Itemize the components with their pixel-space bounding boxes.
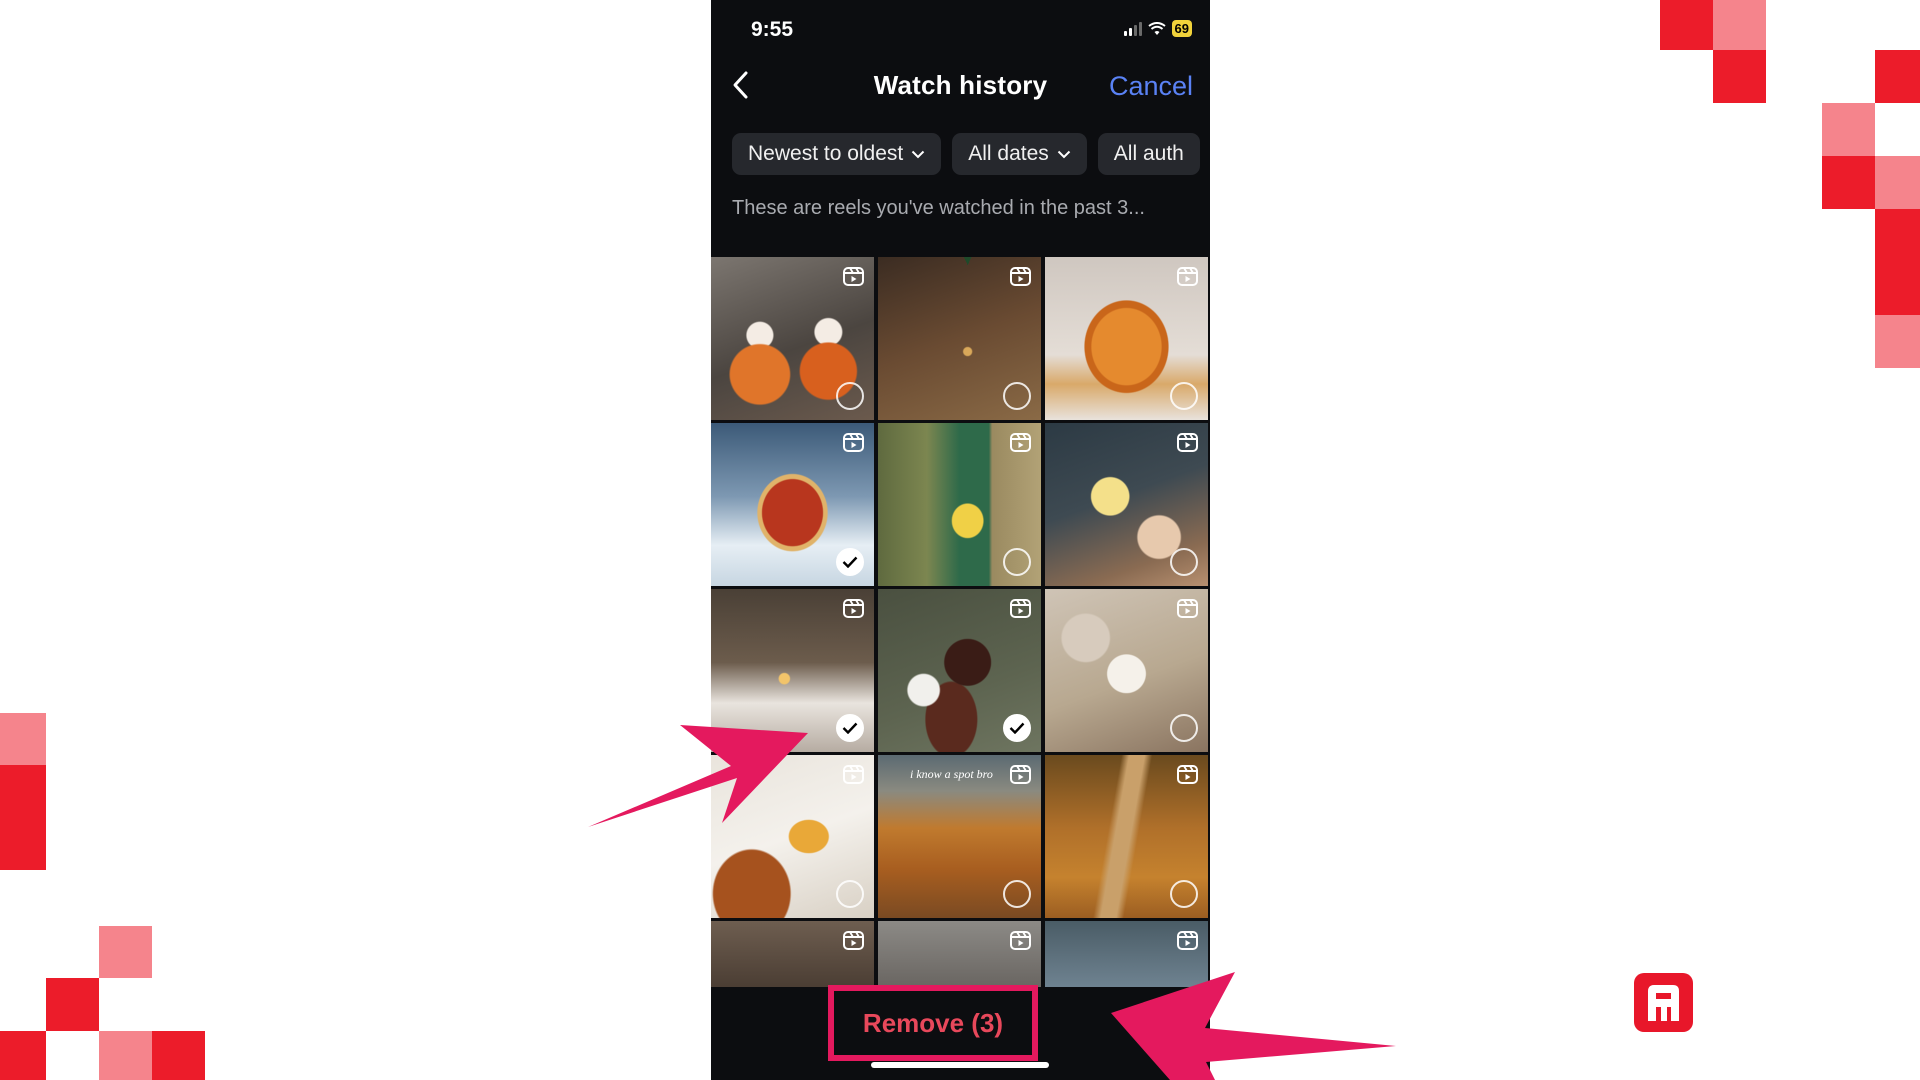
arrow-to-remove-button: [1111, 972, 1396, 1080]
annotation-arrows: [588, 725, 1396, 1080]
arrow-to-selected-reel: [588, 725, 808, 827]
